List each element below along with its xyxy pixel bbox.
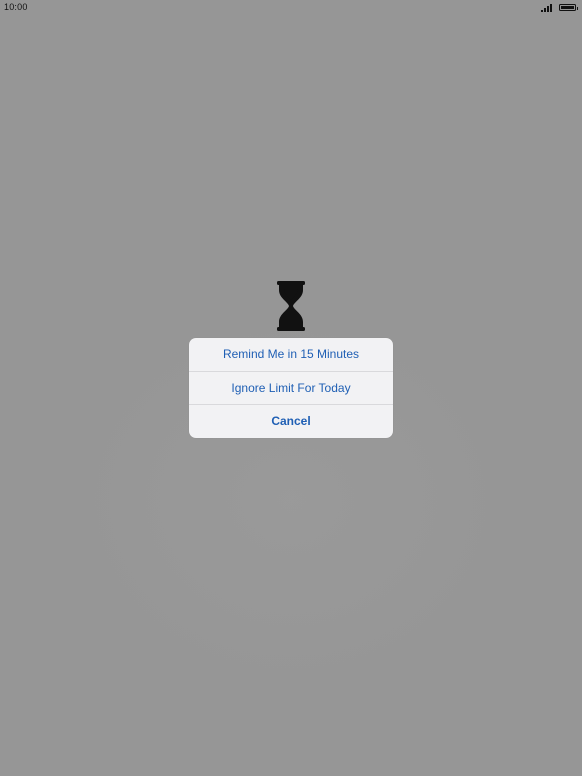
action-sheet: Remind Me in 15 Minutes Ignore Limit For… — [189, 338, 393, 438]
ignore-limit-button[interactable]: Ignore Limit For Today — [189, 371, 393, 404]
status-time: 10:00 — [4, 2, 28, 12]
signal-bars-icon — [541, 4, 555, 12]
remind-me-button[interactable]: Remind Me in 15 Minutes — [189, 338, 393, 371]
status-bar: 10:00 — [0, 0, 582, 16]
cancel-button[interactable]: Cancel — [189, 404, 393, 438]
battery-full-icon — [559, 4, 578, 11]
screen-time-limit-screen: 10:00 Remind Me in 15 Minutes Ignore Lim… — [0, 0, 582, 776]
hourglass-icon — [277, 281, 305, 331]
